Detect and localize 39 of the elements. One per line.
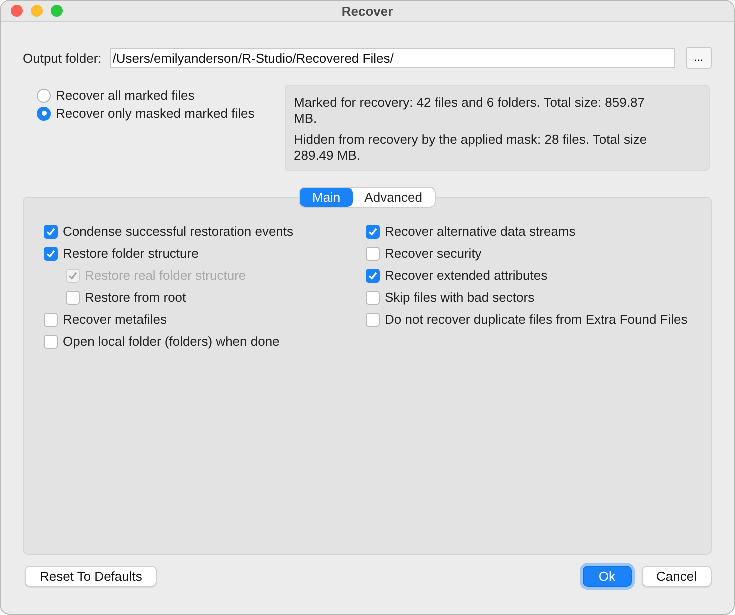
output-folder-field[interactable]: /Users/emilyanderson/R-Studio/Recovered Files/ <box>110 48 675 68</box>
maximize-icon[interactable] <box>51 5 63 17</box>
checkbox[interactable] <box>366 312 380 326</box>
window-title: Recover <box>342 4 394 18</box>
browse-button[interactable]: ... <box>686 47 712 69</box>
checkbox-label: Recover extended attributes <box>385 268 548 283</box>
checkbox-label: Restore from root <box>85 290 186 305</box>
dialog-button[interactable]: Cancel <box>642 566 712 587</box>
tab[interactable]: Main <box>300 188 353 207</box>
checkbox[interactable] <box>44 312 58 326</box>
checkbox[interactable] <box>366 268 380 282</box>
checkbox[interactable] <box>366 246 380 260</box>
dialog-button[interactable]: Ok <box>582 566 632 587</box>
summary-text: Hidden from recovery by the applied mask: 28 files. Total size 289.49 MB. <box>294 132 648 164</box>
checkbox-label: Recover metafiles <box>63 312 168 327</box>
tab[interactable]: Advanced <box>352 188 434 207</box>
minimize-icon[interactable] <box>31 5 43 17</box>
checkbox-label: Do not recover duplicate files from Extra Found Files <box>385 312 688 327</box>
checkbox-label: Restore folder structure <box>63 246 199 261</box>
summary-text: Marked for recovery: 42 files and 6 folders. Total size: 859.87 MB. <box>294 95 646 127</box>
field-label: Output folder: <box>23 50 102 66</box>
checkbox-label: Skip files with bad sectors <box>385 290 535 305</box>
checkbox-label: Condense successful restoration events <box>63 224 294 239</box>
checkbox[interactable] <box>366 224 380 238</box>
checkbox[interactable] <box>44 246 58 260</box>
checkbox[interactable] <box>44 334 58 348</box>
radio-label: Recover all marked files <box>56 88 195 103</box>
checkbox-label: Recover alternative data streams <box>385 224 576 239</box>
checkbox-label: Open local folder (folders) when done <box>63 334 280 349</box>
checkbox[interactable] <box>44 224 58 238</box>
close-icon[interactable] <box>11 5 23 17</box>
radio-button[interactable] <box>37 88 51 102</box>
checkbox-label: Recover security <box>385 246 482 261</box>
checkbox[interactable] <box>66 290 80 304</box>
checkbox-label: Restore real folder structure <box>85 268 246 283</box>
dialog-button[interactable]: Reset To Defaults <box>25 566 158 587</box>
radio-label: Recover only masked marked files <box>56 106 255 121</box>
radio-button[interactable] <box>37 106 51 120</box>
checkbox[interactable] <box>366 290 380 304</box>
